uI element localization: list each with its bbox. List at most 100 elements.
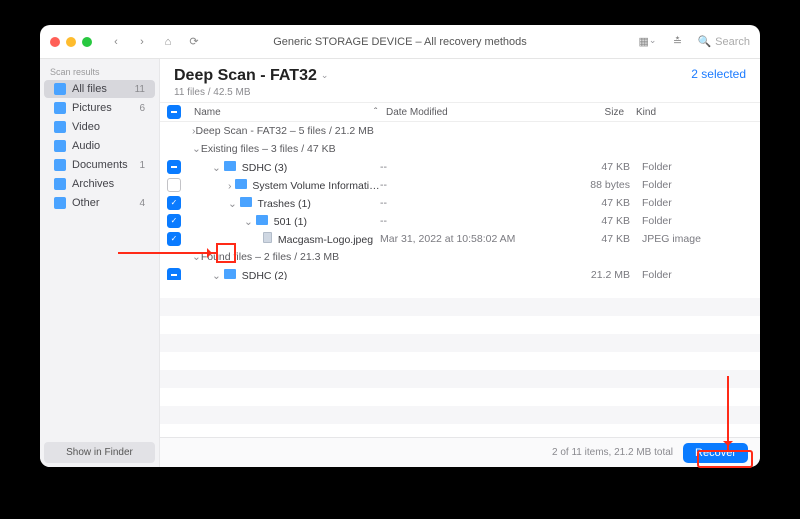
search-icon: 🔍 <box>697 35 711 48</box>
chevron-down-icon[interactable]: ⌄ <box>321 70 329 81</box>
row-checkbox[interactable] <box>167 160 181 174</box>
section-row[interactable]: ⌄Existing files – 3 files / 47 KB <box>160 140 760 158</box>
disclosure-icon[interactable]: ⌄ <box>212 270 221 280</box>
sidebar-item-label: Video <box>72 121 100 133</box>
show-in-finder-button[interactable]: Show in Finder <box>44 442 155 463</box>
file-row[interactable]: ⌄ SDHC (2) 21.2 MBFolder <box>160 266 760 280</box>
category-icon <box>54 159 66 171</box>
row-size: 21.2 MB <box>560 269 630 280</box>
category-icon <box>54 178 66 190</box>
sidebar-item-label: Pictures <box>72 102 112 114</box>
col-size[interactable]: Size <box>560 107 630 118</box>
row-checkbox[interactable] <box>167 178 181 192</box>
disclosure-icon[interactable]: › <box>192 125 196 137</box>
sort-indicator-icon: ˆ <box>368 107 380 118</box>
file-row[interactable]: ⌄ SDHC (3)--47 KBFolder <box>160 158 760 176</box>
close-icon[interactable] <box>50 37 60 47</box>
row-name: ⌄ SDHC (2) <box>188 269 380 280</box>
file-icon <box>263 232 272 243</box>
row-kind: Folder <box>630 197 760 209</box>
row-name: ⌄ Trashes (1) <box>188 197 380 210</box>
disclosure-icon[interactable]: ⌄ <box>228 198 237 210</box>
titlebar: ‹ › ⌂ ⟳ Generic STORAGE DEVICE – All rec… <box>40 25 760 59</box>
row-kind: Folder <box>630 269 760 280</box>
filter-button[interactable]: ≛ <box>667 32 687 52</box>
search-placeholder: Search <box>715 36 750 48</box>
folder-icon <box>224 269 236 279</box>
sidebar-item-archives[interactable]: Archives <box>44 175 155 193</box>
sidebar-item-label: Audio <box>72 140 100 152</box>
row-date: -- <box>380 161 560 173</box>
sidebar-item-label: Other <box>72 197 100 209</box>
zoom-icon[interactable] <box>82 37 92 47</box>
disclosure-icon[interactable]: ⌄ <box>192 143 201 155</box>
select-all-checkbox[interactable] <box>167 105 181 119</box>
file-row[interactable]: ⌄ Trashes (1)--47 KBFolder <box>160 194 760 212</box>
sidebar-item-other[interactable]: Other 4 <box>44 194 155 212</box>
row-size: 47 KB <box>560 233 630 245</box>
row-checkbox[interactable] <box>167 196 181 210</box>
forward-button[interactable]: › <box>132 32 152 52</box>
row-name: ⌄Found files – 2 files / 21.3 MB <box>188 251 760 263</box>
sidebar-item-count: 4 <box>139 198 145 209</box>
activity-button[interactable]: ⟳ <box>184 32 204 52</box>
sidebar-item-all-files[interactable]: All files11 <box>44 80 155 98</box>
app-window: ‹ › ⌂ ⟳ Generic STORAGE DEVICE – All rec… <box>40 25 760 467</box>
search-box[interactable]: 🔍 Search <box>697 35 750 48</box>
sidebar-item-audio[interactable]: Audio <box>44 137 155 155</box>
folder-icon <box>235 179 247 189</box>
recover-button[interactable]: Recover <box>683 443 748 463</box>
disclosure-icon[interactable]: › <box>228 180 232 192</box>
col-name[interactable]: Name <box>188 107 368 118</box>
row-checkbox[interactable] <box>167 232 181 246</box>
traffic-lights <box>50 37 92 47</box>
sidebar: Scan results All files11Pictures6VideoAu… <box>40 59 160 467</box>
view-options-button[interactable]: ▦ ⌄ <box>637 32 657 52</box>
home-button[interactable]: ⌂ <box>158 32 178 52</box>
row-name: ›Deep Scan - FAT32 – 5 files / 21.2 MB <box>188 125 760 137</box>
row-kind: Folder <box>630 215 760 227</box>
minimize-icon[interactable] <box>66 37 76 47</box>
footer-bar: 2 of 11 items, 21.2 MB total Recover <box>160 437 760 467</box>
row-name: ⌄Existing files – 3 files / 47 KB <box>188 143 760 155</box>
category-icon <box>54 83 66 95</box>
row-checkbox[interactable] <box>167 214 181 228</box>
file-list: ›Deep Scan - FAT32 – 5 files / 21.2 MB ⌄E… <box>160 122 760 280</box>
category-icon <box>54 121 66 133</box>
category-icon <box>54 140 66 152</box>
file-row[interactable]: ⌄ 501 (1)--47 KBFolder <box>160 212 760 230</box>
sidebar-item-pictures[interactable]: Pictures 6 <box>44 99 155 117</box>
section-row[interactable]: ›Deep Scan - FAT32 – 5 files / 21.2 MB <box>160 122 760 140</box>
folder-icon <box>224 161 236 171</box>
section-row[interactable]: ⌄Found files – 2 files / 21.3 MB <box>160 248 760 266</box>
sidebar-item-label: Documents <box>72 159 128 171</box>
row-kind: Folder <box>630 161 760 173</box>
sidebar-item-count: 1 <box>139 160 145 171</box>
row-size: 47 KB <box>560 215 630 227</box>
row-name: ⌄ 501 (1) <box>188 215 380 228</box>
disclosure-icon[interactable]: ⌄ <box>244 216 253 228</box>
sidebar-item-video[interactable]: Video <box>44 118 155 136</box>
file-row[interactable]: › System Volume Information (2)--88 byte… <box>160 176 760 194</box>
disclosure-icon[interactable]: ⌄ <box>212 162 221 174</box>
row-size: 47 KB <box>560 197 630 209</box>
page-subtitle: 11 files / 42.5 MB <box>174 87 328 98</box>
column-headers: Name ˆ Date Modified Size Kind <box>160 102 760 122</box>
main-panel: Deep Scan - FAT32 ⌄ 11 files / 42.5 MB 2… <box>160 59 760 467</box>
category-icon <box>54 102 66 114</box>
row-name: Macgasm-Logo.jpeg <box>188 232 380 246</box>
back-button[interactable]: ‹ <box>106 32 126 52</box>
row-size: 47 KB <box>560 161 630 173</box>
selection-count: 2 selected <box>691 67 746 81</box>
empty-rows <box>160 280 760 438</box>
col-kind[interactable]: Kind <box>630 107 760 118</box>
sidebar-item-count: 6 <box>139 103 145 114</box>
folder-icon <box>240 197 252 207</box>
sidebar-item-documents[interactable]: Documents 1 <box>44 156 155 174</box>
row-checkbox[interactable] <box>167 268 181 280</box>
file-row[interactable]: Macgasm-Logo.jpegMar 31, 2022 at 10:58:0… <box>160 230 760 248</box>
col-date[interactable]: Date Modified <box>380 107 560 118</box>
annotation-arrow-down <box>727 376 729 450</box>
sidebar-item-label: Archives <box>72 178 114 190</box>
sidebar-item-label: All files <box>72 83 107 95</box>
